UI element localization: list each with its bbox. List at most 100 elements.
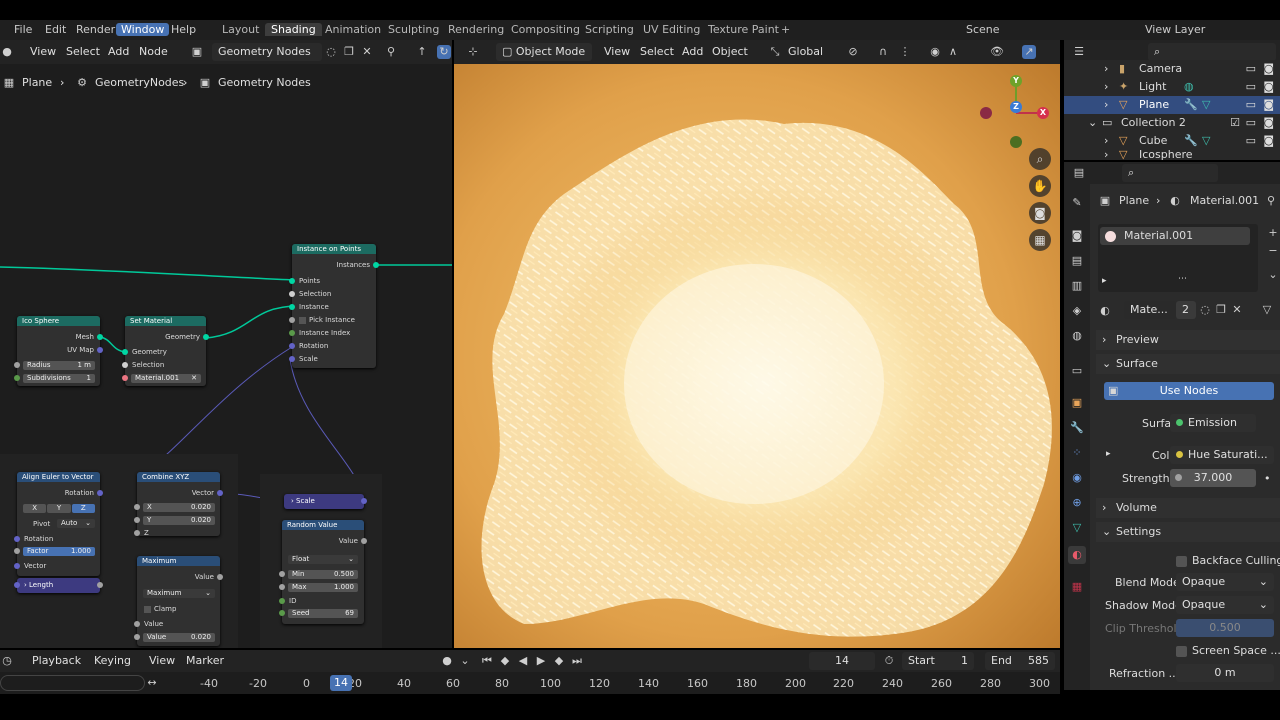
use-nodes-button[interactable]: ▣ Use Nodes [1104, 382, 1274, 400]
play-icon[interactable]: ▶ [534, 654, 548, 668]
next-keyframe-icon[interactable]: ◆ [552, 654, 566, 668]
ne-menu-select[interactable]: Select [66, 45, 100, 58]
node-ico-sphere[interactable]: Ico Sphere Mesh UV Map Radius 1 m Subdivi… [14, 316, 103, 386]
menu-window[interactable]: Window [116, 23, 170, 36]
axis-z[interactable]: Z [71, 504, 95, 513]
min-field[interactable]: Min 0.500 [288, 570, 358, 579]
socket-in[interactable] [134, 621, 140, 627]
node-align-euler-to-vector[interactable]: Align Euler to Vector Rotation X Y Z Piv… [14, 472, 103, 576]
properties-editor-icon[interactable]: ▤ [1072, 166, 1086, 180]
zoom-icon[interactable]: ⌕ [1029, 148, 1051, 170]
tab-sculpting[interactable]: Sculpting [388, 23, 439, 36]
breadcrumb-material[interactable]: Material.001 [1190, 194, 1259, 207]
gizmo-y[interactable]: Y [1010, 75, 1022, 87]
outliner-row-icosphere[interactable]: › ▽ Icosphere [1064, 150, 1280, 160]
pivot-dropdown[interactable]: Auto ⌄ [57, 519, 95, 528]
navigation-gizmo[interactable]: Y X Z [974, 70, 1054, 150]
gizmo-z[interactable]: Z [1010, 101, 1022, 113]
tl-menu-view[interactable]: View [149, 654, 175, 667]
checkbox-icon[interactable]: ☑ [1230, 116, 1240, 129]
add-workspace-button[interactable]: + [781, 23, 790, 36]
socket-in[interactable] [14, 563, 20, 569]
panel-surface[interactable]: ⌄ Surface [1096, 354, 1280, 374]
material-slot-list[interactable]: Material.001 ▸ ⋯ [1098, 224, 1258, 292]
node-tree-icon[interactable]: ▣ [190, 45, 204, 59]
material-users[interactable]: 2 [1176, 301, 1196, 319]
clamp-checkbox[interactable]: Clamp [144, 605, 176, 613]
object-tab-icon[interactable]: ▣ [1070, 396, 1084, 410]
strength-field[interactable]: 37.000 [1170, 469, 1256, 487]
panel-preview[interactable]: › Preview [1096, 330, 1280, 350]
record-icon[interactable]: ● [440, 654, 454, 668]
socket-out[interactable] [217, 490, 223, 496]
keyframe-dot-icon[interactable]: • [1264, 472, 1271, 485]
tab-uv-editing[interactable]: UV Editing [643, 23, 700, 36]
proportional-edit-icon[interactable]: ◉ [928, 45, 942, 59]
play-reverse-icon[interactable]: ◀ [516, 654, 530, 668]
node-random-value[interactable]: Random Value Value Float ⌄ Min 0.500 Max 1.… [279, 520, 367, 624]
socket-out[interactable] [97, 347, 103, 353]
render-icon[interactable]: ◙ [1263, 134, 1274, 147]
screen-space-checkbox[interactable]: Screen Space ... [1176, 644, 1280, 657]
falloff-icon[interactable]: ∧ [946, 45, 960, 59]
gizmo-neg-y[interactable] [1010, 136, 1022, 148]
tl-menu-marker[interactable]: Marker [186, 654, 224, 667]
socket-in[interactable] [289, 330, 295, 336]
gizmo-neg-x[interactable] [980, 107, 992, 119]
socket-in[interactable] [134, 634, 140, 640]
socket-out[interactable] [361, 538, 367, 544]
tab-texture-paint[interactable]: Texture Paint [708, 23, 779, 36]
tab-shading[interactable]: Shading [265, 23, 322, 36]
socket-in[interactable] [14, 375, 20, 381]
chevron-down-icon[interactable]: ⌄ [1266, 268, 1280, 282]
playhead[interactable]: 14 [330, 675, 352, 691]
outliner-editor-icon[interactable]: ☰ [1072, 45, 1086, 59]
remove-slot-icon[interactable]: − [1266, 244, 1280, 258]
tab-compositing[interactable]: Compositing [511, 23, 580, 36]
tl-menu-keying[interactable]: Keying [94, 654, 131, 667]
node-set-material[interactable]: Set Material Geometry Geometry Selection… [122, 316, 209, 386]
collapse-icon[interactable]: ⌄ [1088, 116, 1097, 129]
pivot-icon[interactable]: ⊘ [846, 45, 860, 59]
socket-out[interactable] [97, 334, 103, 340]
expand-icon[interactable]: › [1104, 134, 1108, 147]
blend-mode-dropdown[interactable]: Opaque ⌄ [1176, 573, 1274, 591]
socket-out[interactable] [203, 334, 209, 340]
resize-handle-icon[interactable]: ⋯ [1178, 274, 1187, 284]
prev-keyframe-icon[interactable]: ◆ [498, 654, 512, 668]
world-tab-icon[interactable]: ◍ [1070, 329, 1084, 343]
y-field[interactable]: Y 0.020 [143, 516, 215, 525]
modifier-tab-icon[interactable]: 🔧 [1070, 421, 1084, 435]
socket-in[interactable] [279, 598, 285, 604]
expand-icon[interactable]: › [1104, 62, 1108, 75]
gizmo-toggle-icon[interactable]: ↗ [1022, 45, 1036, 59]
socket-in[interactable] [14, 548, 20, 554]
socket-in[interactable] [134, 504, 140, 510]
3d-viewport[interactable]: Y X Z ⌕ ✋ ◙ ▦ [454, 64, 1060, 648]
pin-icon[interactable]: ⚲ [384, 45, 398, 59]
outliner-row-plane[interactable]: › ▽ Plane 🔧 ▽ ▭ ◙ [1064, 96, 1280, 114]
material-browse-icon[interactable]: ◐ [1098, 304, 1112, 318]
horizontal-scroll-icon[interactable]: ↔ [145, 676, 159, 690]
socket-in[interactable] [14, 362, 20, 368]
factor-field[interactable]: Factor 1.000 [23, 547, 95, 556]
expand-icon[interactable]: › [1104, 98, 1108, 111]
view-layer-selector[interactable]: View Layer [1145, 23, 1205, 36]
socket-in[interactable] [122, 349, 128, 355]
visibility-icon[interactable]: ▭ [1246, 98, 1256, 111]
editor-type-icon[interactable]: ⊹ [466, 45, 480, 59]
menu-file[interactable]: File [14, 23, 32, 36]
node-tree-name[interactable]: Geometry Nodes [212, 43, 322, 61]
data-tab-icon[interactable]: ▽ [1070, 521, 1084, 535]
node-instance-on-points[interactable]: Instance on Points Instances Points Sele… [289, 244, 379, 368]
expand-icon[interactable]: › [1104, 150, 1108, 160]
overlay-icon[interactable]: ↻ [437, 45, 451, 59]
mode-dropdown[interactable]: ▢ Object Mode [496, 43, 592, 61]
transform-orientation-dropdown[interactable]: Global [788, 45, 823, 58]
link-icon[interactable]: ▽ [1260, 303, 1274, 317]
properties-search[interactable]: ⌕ [1122, 164, 1218, 182]
panel-volume[interactable]: › Volume [1096, 498, 1280, 518]
socket-in[interactable] [122, 375, 128, 381]
add-slot-icon[interactable]: + [1266, 226, 1280, 240]
breadcrumb-object[interactable]: Plane [1119, 194, 1149, 207]
